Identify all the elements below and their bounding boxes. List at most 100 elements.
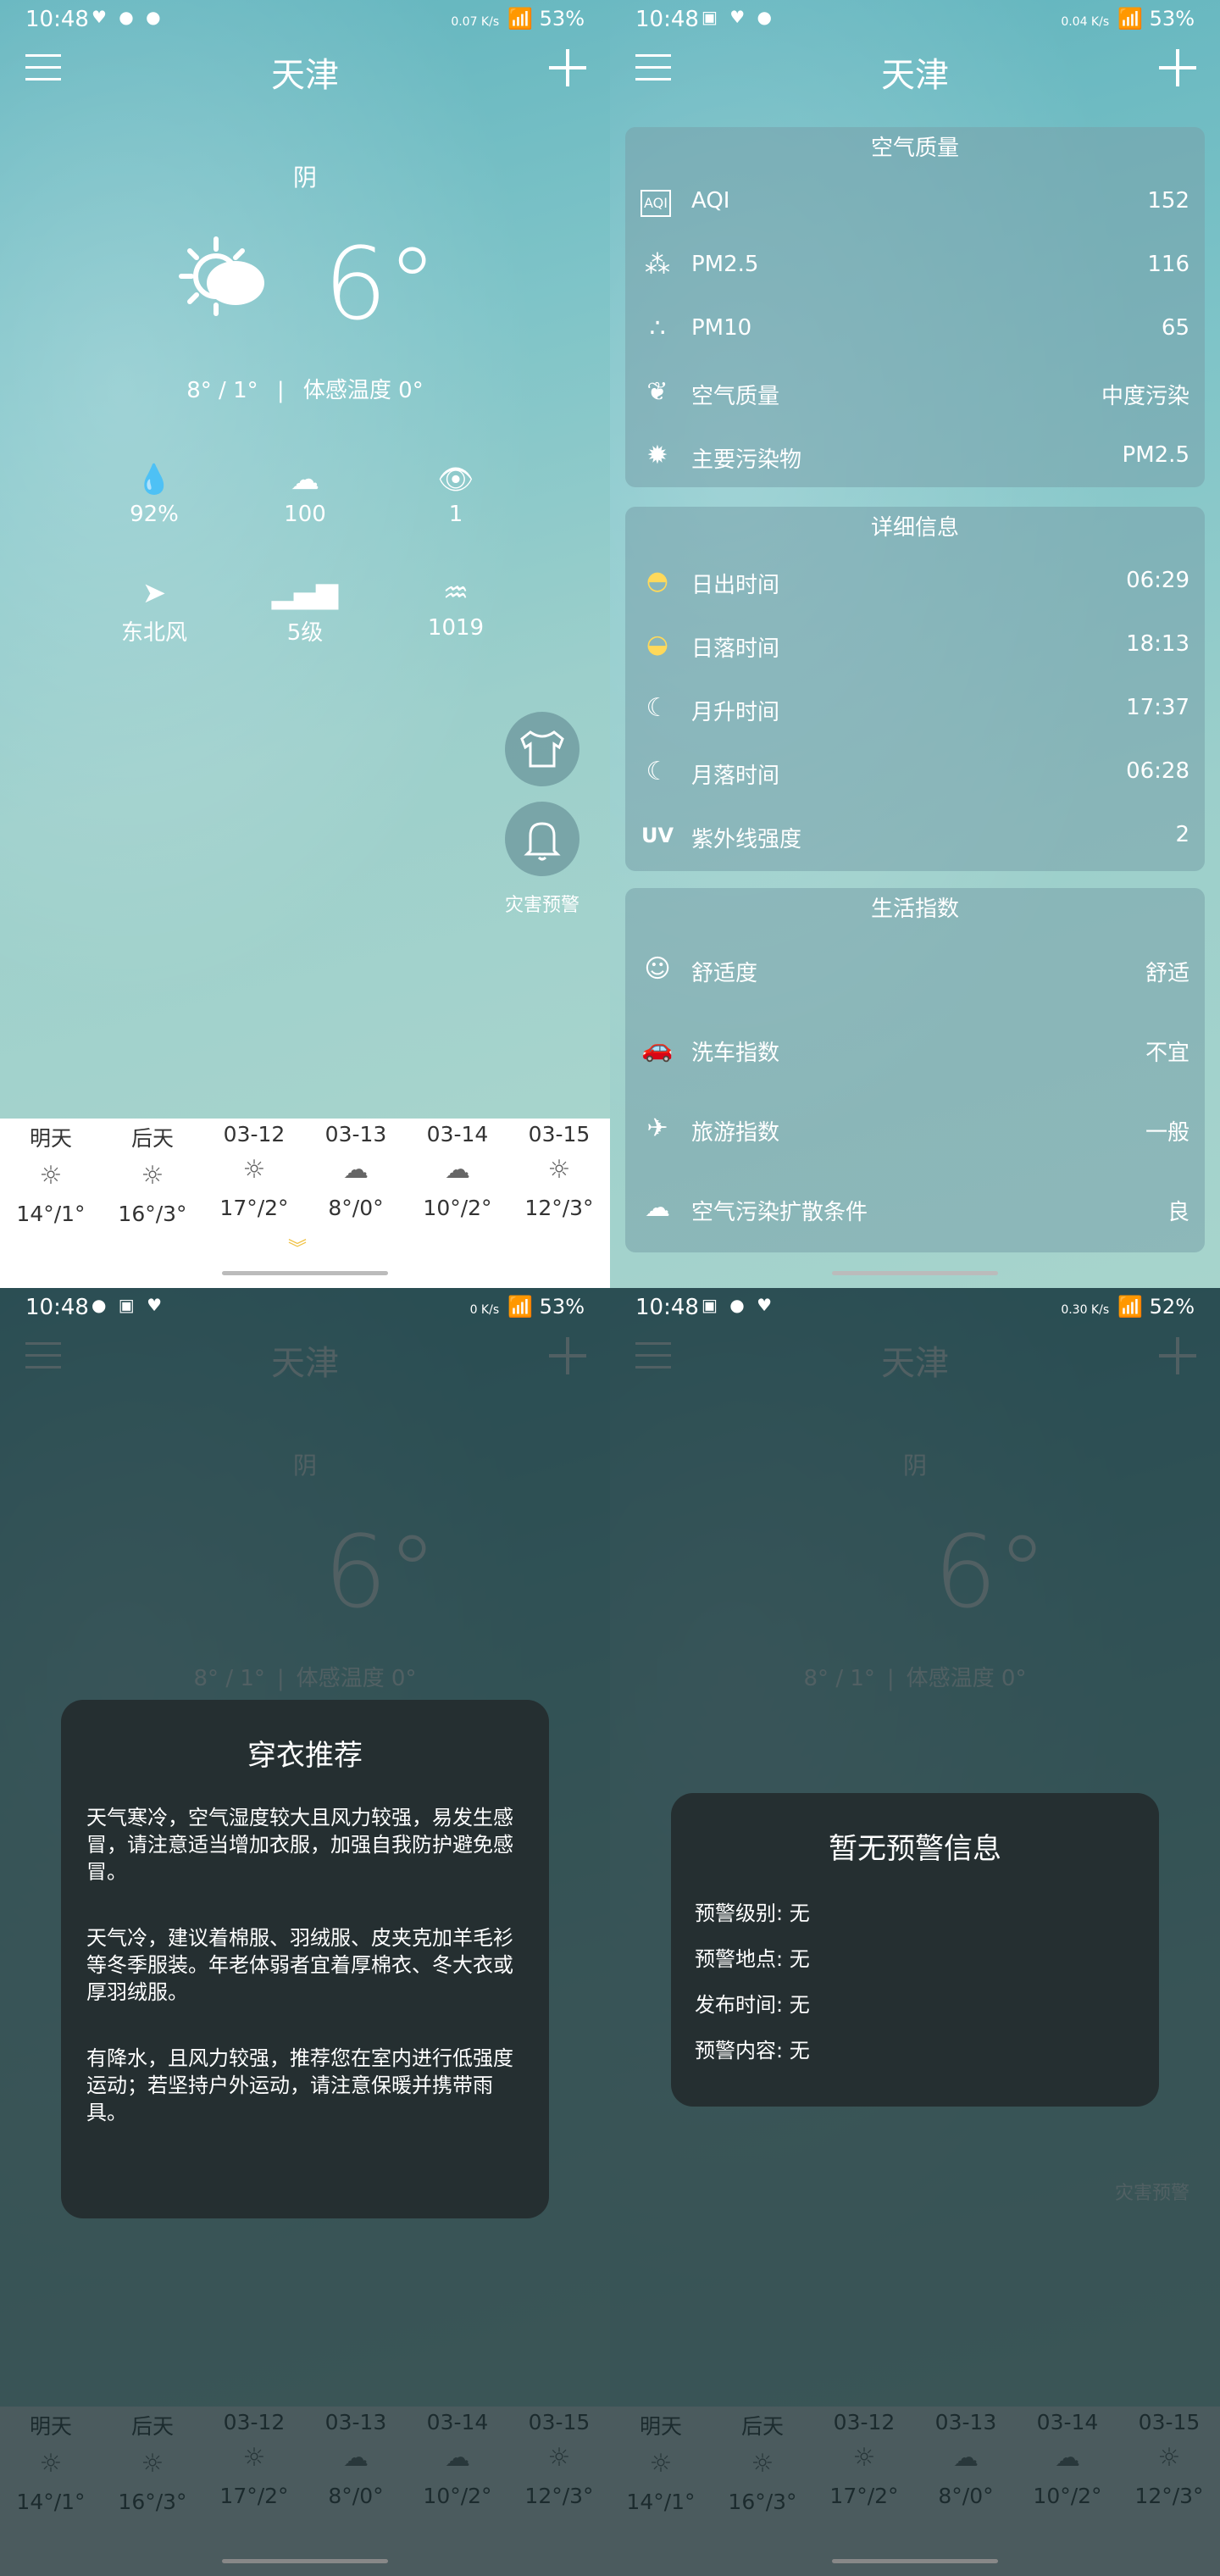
warning-time: 发布时间: 无 (695, 1993, 810, 2017)
notification-icons: ♥ ● ● (92, 7, 164, 27)
sunny-icon: ☼ (141, 1161, 164, 1191)
partly-cloudy-icon (179, 236, 264, 316)
clothing-dialog: 穿衣推荐 天气寒冷，空气湿度较大且风力较强，易发生感冒，请注意适当增加衣服，加强… (61, 1700, 549, 2218)
warning-content: 预警内容: 无 (695, 2039, 810, 2062)
expand-chevron-icon[interactable]: ︾ (288, 1234, 307, 1261)
dialog-title: 穿衣推荐 (247, 1739, 363, 1773)
current-temperature: 6° (324, 225, 438, 342)
smile-icon: ☺ (644, 954, 671, 984)
detail-row: ✈ 旅游指数 一般 (625, 1090, 1205, 1169)
detail-row: AQI AQI 152 (625, 169, 1205, 233)
warning-dialog: 暂无预警信息 预警级别: 无 预警地点: 无 发布时间: 无 预警内容: 无 (671, 1793, 1159, 2107)
card-title: 生活指数 (870, 897, 959, 922)
battery-level: 52% (1149, 1295, 1195, 1319)
clothing-button[interactable] (505, 712, 580, 786)
cloud-icon: ☁ (291, 463, 319, 497)
detail-row: ✹ 主要污染物 PM2.5 (625, 424, 1205, 487)
status-right: 0.30 K/s 📶 52% (1061, 1295, 1195, 1319)
warning-location: 预警地点: 无 (695, 1947, 810, 1971)
diffusion-icon: ☁ (645, 1193, 670, 1223)
moonrise-icon: ☾ (646, 693, 669, 723)
home-indicator[interactable] (222, 1271, 388, 1275)
sunny-icon: ☼ (39, 1161, 63, 1191)
dialog-title: 暂无预警信息 (829, 1832, 1001, 1866)
status-bar: 10:48 ● ▣ ♥ 0 K/s 📶 53% (0, 1288, 610, 1325)
forecast-day[interactable]: 03-15☼12°/3° (508, 1119, 610, 1220)
detail-row: ⁂ PM2.5 116 (625, 233, 1205, 297)
bell-icon (524, 822, 561, 861)
status-time: 10:48 (25, 1295, 89, 1320)
sunny-icon: ☼ (242, 1155, 266, 1185)
shirt-icon (520, 730, 564, 768)
detail-row: 🚗 洗车指数 不宜 (641, 1034, 1190, 1066)
dialog-paragraph: 天气寒冷，空气湿度较大且风力较强，易发生感冒，请注意适当增加衣服，加强自我防护避… (86, 1806, 513, 1884)
status-bar: 10:48 ♥ ● ● 0.07 K/s 📶 53% (0, 0, 610, 37)
status-time: 10:48 (635, 7, 699, 32)
condition-text: 阴 (292, 164, 317, 192)
cloudy-icon: ☁ (445, 1155, 470, 1185)
wind-direction-icon: ➤ (141, 576, 167, 610)
feels-like: 体感温度 0° (302, 378, 424, 403)
home-indicator[interactable] (832, 1271, 998, 1275)
alert-button[interactable] (505, 802, 580, 876)
detail-row: ◒ 日落时间 18:13 (625, 613, 1205, 676)
leaf-icon: ❦ (646, 377, 668, 407)
life-index-card: 生活指数 ☺ 舒适度 舒适 🚗 洗车指数 不宜 ✈ 旅游指数 一般 ☁ 空气污染扩散条件良 (625, 888, 1205, 1252)
sunrise-icon: ◓ (646, 566, 669, 596)
pm25-icon: ⁂ (645, 250, 670, 280)
humidity-stat: 💧 92% (78, 458, 230, 527)
car-wash-icon: 🚗 (641, 1034, 674, 1063)
forecast-day[interactable]: 03-12☼17°/2° (203, 1119, 305, 1220)
detail-row: UV 紫外线强度 2 (625, 803, 1205, 867)
pollutant-icon: ✹ (646, 441, 668, 470)
aqi-icon: AQI (640, 190, 671, 217)
eye-icon: 👁 (437, 463, 474, 497)
moonset-icon: ☾ (646, 757, 669, 786)
warning-dialog-screen: 天津 阴 6° 8° / 1°|体感温度 0° 灾害预警 明天☼14°/1° 后… (610, 1288, 1220, 2576)
detail-row: ☁ 空气污染扩散条件良 (625, 1169, 1205, 1249)
detail-row: ❦ 空气质量 中度污染 (625, 360, 1205, 424)
warning-level: 预警级别: 无 (695, 1901, 810, 1925)
notification-icons: ▣ ● ♥ (702, 1295, 775, 1315)
status-right: 0.07 K/s 📶 53% (451, 7, 585, 31)
cloudy-icon: ☁ (343, 1155, 369, 1185)
add-city-icon[interactable] (549, 49, 586, 86)
home-indicator[interactable] (222, 2559, 388, 2563)
wind-level-stat: ▂▄▆ 5级 (229, 571, 381, 647)
status-bar: 10:48 ▣ ● ♥ 0.30 K/s 📶 52% (610, 1288, 1220, 1325)
detail-row: ◓ 日出时间 06:29 (625, 549, 1205, 613)
detail-row: ☾ 月升时间 17:37 (625, 676, 1205, 740)
forecast-day[interactable]: 03-14☁10°/2° (407, 1119, 508, 1220)
status-bar: 10:48 ▣ ♥ ● 0.04 K/s 📶 53% (610, 0, 1220, 37)
forecast-day[interactable]: 后天☼16°/3° (102, 1119, 203, 1226)
uv-icon: UV (640, 824, 674, 847)
status-right: 0 K/s 📶 53% (469, 1295, 585, 1319)
weather-details-screen: 10:48 ▣ ♥ ● 0.04 K/s 📶 53% 天津 空气质量 AQI AQI… (610, 0, 1220, 1288)
battery-level: 53% (539, 1295, 585, 1319)
pm10-icon: ∴ (649, 314, 666, 343)
notification-icons: ● ▣ ♥ (92, 1295, 165, 1315)
signal-bars-icon: ▂▄▆ (271, 576, 339, 610)
plane-icon: ✈ (646, 1113, 668, 1143)
home-indicator[interactable] (832, 2559, 998, 2563)
battery-level: 53% (539, 7, 585, 31)
city-title: 天津 (881, 56, 949, 95)
card-title: 详细信息 (870, 515, 959, 541)
weather-main-screen: 10:48 ♥ ● ● 0.07 K/s 📶 53% 天津 阴 6° 8° / 1… (0, 0, 610, 1288)
forecast-day[interactable]: 03-13☁8°/0° (305, 1119, 407, 1220)
status-time: 10:48 (635, 1295, 699, 1320)
wind-direction-stat: ➤ 东北风 (78, 571, 230, 647)
clothing-dialog-screen: 天津 阴 6° 8° / 1°|体感温度 0° 明天☼14°/1° 后天☼16°… (0, 1288, 610, 2576)
pressure-icon: ♒ (442, 576, 469, 610)
forecast-day[interactable]: 明天☼14°/1° (0, 1119, 102, 1226)
forecast-strip[interactable]: 明天☼14°/1° 后天☼16°/3° 03-12☼17°/2° 03-13☁8… (0, 1119, 610, 1288)
temp-range: 8° / 1° (186, 378, 258, 403)
humidity-icon: 💧 (136, 463, 173, 497)
temp-range-row: 8° / 1° | 体感温度 0° (186, 378, 424, 403)
card-title: 空气质量 (870, 136, 959, 161)
status-time: 10:48 (25, 7, 89, 32)
notification-icons: ▣ ♥ ● (702, 7, 775, 27)
add-city-icon[interactable] (1159, 49, 1196, 86)
sunset-icon: ◒ (646, 630, 669, 659)
dialog-paragraph: 天气冷，建议着棉服、羽绒服、皮夹克加羊毛衫等冬季服装。年老体弱者宜着厚棉衣、冬大… (86, 1926, 513, 2004)
